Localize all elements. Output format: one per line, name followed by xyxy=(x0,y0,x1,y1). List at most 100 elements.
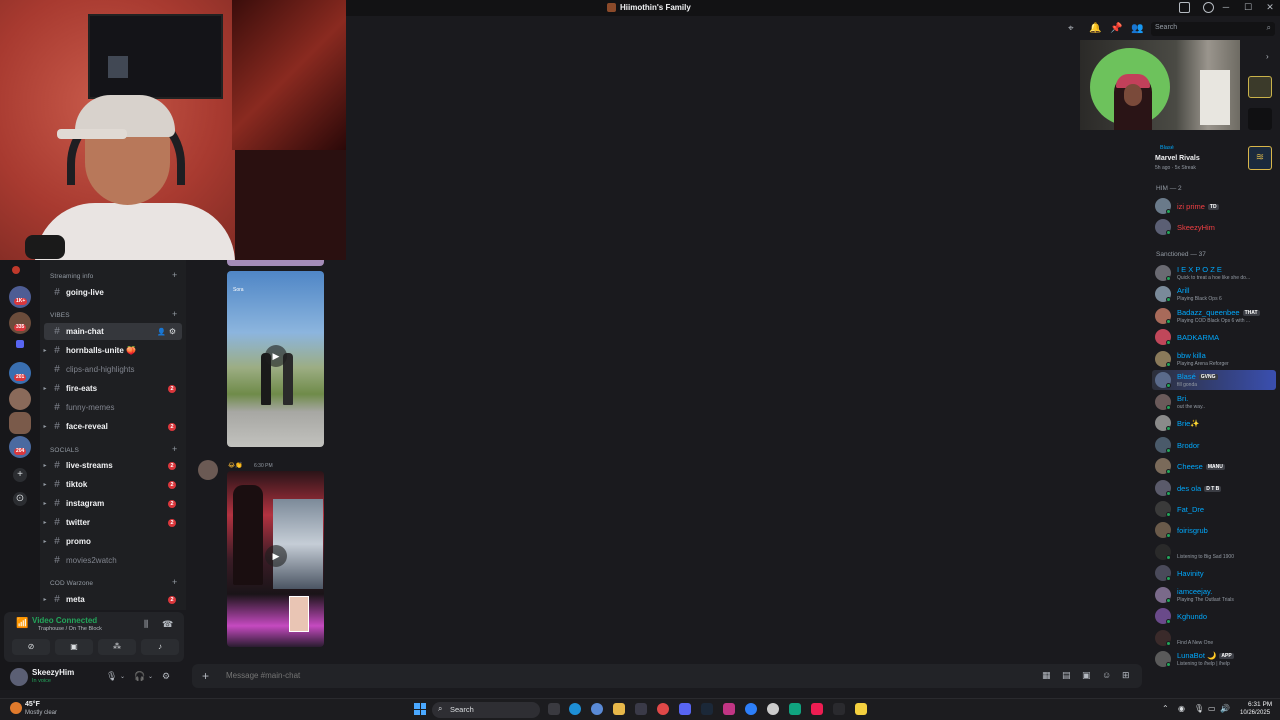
member-item[interactable]: Kghundo xyxy=(1152,606,1276,626)
microphone-icon[interactable]: 🎙 xyxy=(106,671,117,682)
channel-tiktok[interactable]: ▸ # tiktok 2 xyxy=(43,476,182,493)
member-item[interactable]: izi prime TD xyxy=(1152,196,1276,216)
activities-button[interactable]: ⁂ xyxy=(98,639,136,655)
microphone-icon[interactable]: 🎙 xyxy=(1194,704,1204,713)
chevron-down-icon[interactable]: ⌄ xyxy=(120,673,125,680)
store-icon[interactable] xyxy=(635,703,647,715)
add-channel-icon[interactable]: + xyxy=(172,444,177,454)
server-icon[interactable] xyxy=(12,266,20,274)
clock-time[interactable]: 6:31 PM xyxy=(1248,701,1272,708)
message-composer[interactable]: + ▦ ▤ ▣ ☺ ⊞ xyxy=(192,664,1142,688)
category-streaming-info[interactable]: Streaming info xyxy=(50,273,93,280)
channel-face-reveal[interactable]: ▸ # face-reveal 2 xyxy=(43,418,182,435)
channel-going-live[interactable]: # going-live xyxy=(44,284,182,301)
add-channel-icon[interactable]: + xyxy=(172,309,177,319)
channel-promo[interactable]: ▸ # promo xyxy=(43,533,182,550)
add-channel-icon[interactable]: + xyxy=(172,270,177,280)
weather-desc[interactable]: Mostly clear xyxy=(25,710,57,716)
start-button[interactable] xyxy=(414,703,426,715)
category-cod-warzone[interactable]: COD Warzone xyxy=(50,580,93,587)
maximize-button[interactable]: ☐ xyxy=(1242,2,1254,13)
category-socials[interactable]: SOCIALS xyxy=(50,447,79,454)
video-attachment[interactable]: ▶ xyxy=(227,471,324,647)
chrome-icon[interactable] xyxy=(657,703,669,715)
pin-icon[interactable]: 📌 xyxy=(1110,23,1122,34)
add-channel-icon[interactable]: + xyxy=(172,577,177,587)
noise-suppression-icon[interactable]: ⫼ xyxy=(144,619,148,630)
clock-date[interactable]: 10/26/2025 xyxy=(1240,710,1270,716)
weather-temp[interactable]: 45°F xyxy=(25,701,40,708)
username[interactable]: SkeezyHim xyxy=(32,668,74,677)
member-item[interactable]: Fat_Dre xyxy=(1152,499,1276,519)
threads-icon[interactable]: ⌖ xyxy=(1068,23,1074,34)
bell-icon[interactable]: 🔔 xyxy=(1089,23,1101,34)
channel-meta[interactable]: ▸ # meta 2 xyxy=(43,591,182,608)
channel-movies2watch[interactable]: # movies2watch xyxy=(44,552,182,569)
voice-channel[interactable]: Traphouse / On The Block xyxy=(38,626,102,632)
member-item[interactable]: Listening to Big Sad 1900 xyxy=(1152,542,1276,562)
gift-icon[interactable]: ▦ xyxy=(1042,670,1051,681)
chevron-down-icon[interactable]: ⌄ xyxy=(148,673,153,680)
member-item[interactable]: Arill Playing Black Ops 6 xyxy=(1152,284,1276,304)
member-item[interactable]: bbw killa Playing Arena Reforger xyxy=(1152,349,1276,369)
apps-icon[interactable]: ⊞ xyxy=(1122,670,1130,681)
signal-icon[interactable]: 📶 xyxy=(16,618,28,629)
add-server-icon[interactable]: + xyxy=(13,468,27,482)
chevron-up-icon[interactable]: ⌃ xyxy=(1162,704,1169,713)
disconnect-icon[interactable]: ☎ xyxy=(162,619,173,630)
minimize-button[interactable]: ─ xyxy=(1220,2,1232,13)
member-item[interactable]: Badazz_queenbee THAT Playing COD Black Ops… xyxy=(1152,306,1276,326)
copilot-icon[interactable] xyxy=(591,703,603,715)
discover-icon[interactable]: ⊙ xyxy=(13,492,27,506)
member-item[interactable]: Cheese MANU xyxy=(1152,456,1276,476)
member-item[interactable]: BADKARMA xyxy=(1152,327,1276,347)
volume-icon[interactable]: 🔊 xyxy=(1220,704,1230,713)
screen-share-button[interactable]: ▣ xyxy=(55,639,93,655)
channel-live-streams[interactable]: ▸ # live-streams 2 xyxy=(43,457,182,474)
close-button[interactable]: ✕ xyxy=(1264,2,1276,13)
channel-hornballs-unite[interactable]: ▸ # hornballs-unite 🍑 xyxy=(43,342,182,359)
video-attachment[interactable]: Sora ▶ xyxy=(227,271,324,447)
channel-funny-memes[interactable]: # funny-memes xyxy=(44,399,182,416)
member-item[interactable]: SkeezyHim xyxy=(1152,217,1276,237)
channel-clips-and-highlights[interactable]: # clips-and-highlights xyxy=(44,361,182,378)
member-item[interactable]: I E X P O Z E Quick to treat a hoe like s… xyxy=(1152,263,1276,283)
play-icon[interactable]: ▶ xyxy=(265,345,287,367)
app-icon[interactable] xyxy=(833,703,845,715)
stream-preview[interactable] xyxy=(1080,40,1240,130)
add-attachment-icon[interactable]: + xyxy=(202,669,209,683)
member-item[interactable]: Brie✨ xyxy=(1152,413,1276,433)
camera-off-button[interactable]: ⊘ xyxy=(12,639,50,655)
channel-instagram[interactable]: ▸ # instagram 2 xyxy=(43,495,182,512)
help-icon[interactable] xyxy=(1203,2,1214,13)
discord-icon[interactable] xyxy=(679,703,691,715)
server-icon[interactable] xyxy=(16,340,24,348)
edge-icon[interactable] xyxy=(569,703,581,715)
gear-icon[interactable]: ⚙ xyxy=(162,671,170,682)
message-avatar[interactable] xyxy=(198,460,218,480)
tiktok-icon[interactable] xyxy=(811,703,823,715)
taskbar-search[interactable]: ⌕ Search xyxy=(432,702,540,718)
members-icon[interactable]: 👥 xyxy=(1131,23,1143,34)
member-item[interactable]: des ola D T B xyxy=(1152,478,1276,498)
chatgpt-icon[interactable] xyxy=(789,703,801,715)
emoji-icon[interactable]: ☺ xyxy=(1102,670,1111,680)
network-icon[interactable]: ▭ xyxy=(1208,704,1216,713)
member-item[interactable]: iamceejay. Playing The Outlast Trials xyxy=(1152,585,1276,605)
weather-icon[interactable] xyxy=(10,702,22,714)
member-item[interactable]: Havinity xyxy=(1152,563,1276,583)
instagram-icon[interactable] xyxy=(723,703,735,715)
member-item[interactable]: LunaBot 🌙 APP Listening to /help | /help xyxy=(1152,649,1276,669)
sticky-notes-icon[interactable] xyxy=(855,703,867,715)
member-item[interactable]: Blasé GVNG fill gonda xyxy=(1152,370,1276,391)
activity-user[interactable]: Blasé xyxy=(1160,145,1174,151)
search-input[interactable]: Search ⌕ xyxy=(1151,22,1275,36)
avatar[interactable] xyxy=(10,668,28,686)
steam-icon[interactable] xyxy=(701,703,713,715)
stream-thumbnail[interactable] xyxy=(1248,108,1272,130)
message-input[interactable] xyxy=(226,671,826,680)
task-view-icon[interactable] xyxy=(548,703,560,715)
inbox-icon[interactable] xyxy=(1179,2,1190,13)
app-icon[interactable] xyxy=(745,703,757,715)
settings-icon[interactable] xyxy=(767,703,779,715)
